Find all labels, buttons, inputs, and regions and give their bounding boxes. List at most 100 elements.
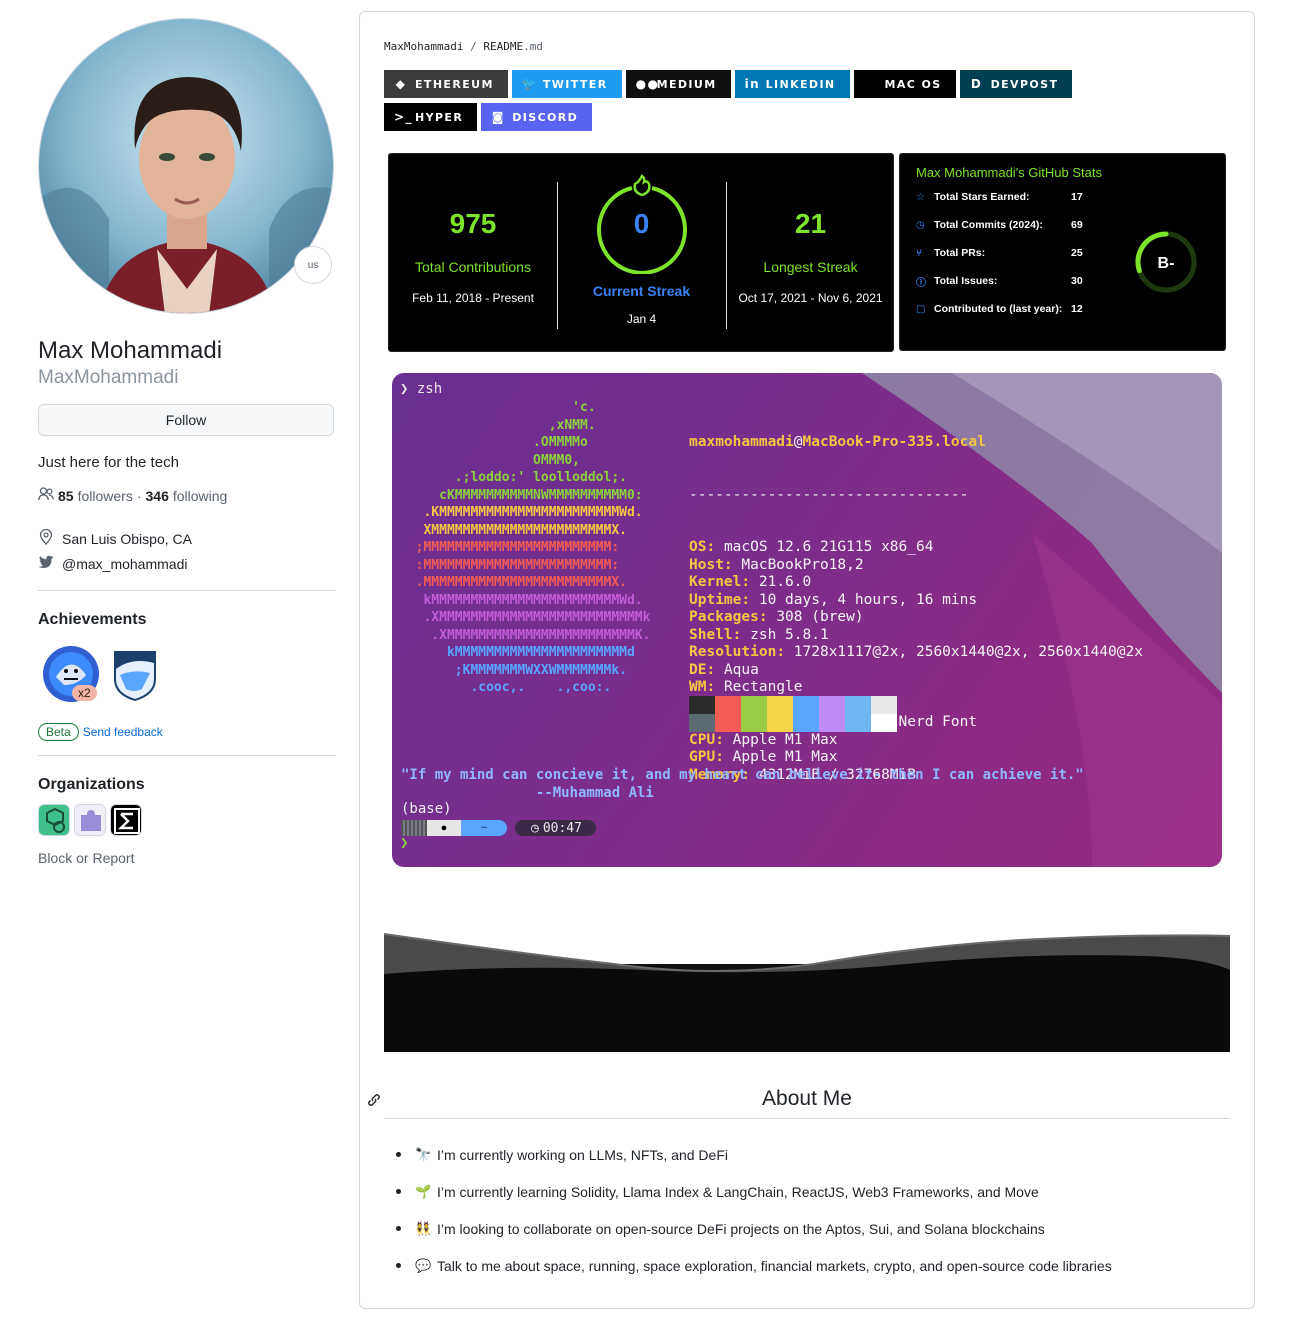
profile-details: San Luis Obispo, CA @max_mohammadi (38, 526, 336, 576)
ascii-line: ,xNMM. (400, 417, 596, 433)
about-emoji-icon: 💬 (415, 1257, 432, 1273)
palette-swatch (819, 714, 845, 732)
palette-swatch (715, 696, 741, 714)
ascii-line: ;KMMMMMMMWXXWMMMMMMMk. (400, 662, 627, 678)
ascii-line: cKMMMMMMMMMMNWMMMMMMMMMM0: (400, 487, 643, 503)
avatar[interactable] (38, 18, 334, 314)
about-heading: About Me (762, 1087, 852, 1110)
apple-ascii-art: 'c. ,xNMM. .OMMMMo OMMM0, .;loddo:' lool… (400, 399, 651, 697)
total-contributions-value: 975 (449, 208, 497, 239)
following-count[interactable]: 346 (146, 488, 169, 504)
country-badge[interactable]: us (294, 246, 332, 284)
current-streak-value: 0 (633, 208, 650, 239)
stat-value: 30 (1071, 275, 1083, 287)
ascii-line: :MMMMMMMMMMMMMMMMMMMMMMMM: (400, 557, 620, 573)
about-text: I’m currently learning Solidity, Llama I… (437, 1183, 1039, 1200)
about-list: 🔭 I’m currently working on LLMs, NFTs, an… (396, 1136, 1216, 1284)
longest-streak-label: Longest Streak (763, 259, 858, 275)
info-colon: : (758, 609, 768, 625)
grade-ring: B- (1135, 231, 1197, 293)
info-key: WM (689, 679, 707, 695)
breadcrumb-ext: .md (523, 40, 543, 53)
bullet (396, 1152, 401, 1157)
info-value: Aqua (723, 661, 759, 678)
palette-swatch (767, 714, 793, 732)
badge-ethereum[interactable]: ◆ ETHEREUM (384, 70, 508, 98)
palette-swatch (741, 714, 767, 732)
beta-feedback-row: Beta Send feedback (38, 723, 336, 741)
follow-button[interactable]: Follow (38, 404, 334, 436)
info-colon: : (706, 679, 716, 695)
github-stat-row: ☆ Total Stars Earned: 17 (916, 189, 1083, 205)
organizations-list (38, 804, 336, 836)
about-text: Talk to me about space, running, space e… (437, 1257, 1112, 1274)
profile-username: MaxMohammadi (38, 367, 179, 388)
info-key: Shell (689, 626, 733, 643)
badge-linkedin[interactable]: in LINKEDIN (734, 70, 850, 98)
clock-icon: ◷ (531, 820, 539, 836)
apple-icon: ● (427, 820, 461, 836)
info-key: Uptime (689, 591, 742, 608)
following-label[interactable]: following (173, 488, 227, 504)
terminal-screenshot: ❯ zsh 'c. ,xNMM. .OMMMMo OMMM0, .;loddo:… (392, 373, 1222, 867)
info-colon: : (715, 731, 724, 748)
badge-discord[interactable]: ◙ DISCORD (481, 103, 593, 131)
achievement-arctic-icon[interactable] (112, 649, 158, 703)
block-or-report-link[interactable]: Block or Report (38, 850, 336, 866)
info-value: Rectangle (723, 679, 803, 695)
org-avatar-green[interactable] (38, 804, 70, 836)
badge-medium[interactable]: ●● MEDIUM (625, 70, 731, 98)
badge-label: DEVPOST (990, 77, 1059, 91)
github-stat-row: ⓘ Total Issues: 30 (916, 273, 1083, 289)
terminal-title: ❯ zsh (400, 381, 443, 397)
terminal-host: MacBook-Pro-335.local (802, 434, 986, 450)
ascii-line: kMMMMMMMMMMMMMMMMMMMMMMMMWd. (400, 592, 643, 608)
info-key: Resolution (689, 644, 777, 660)
ascii-line: ;MMMMMMMMMMMMMMMMMMMMMMMM: (400, 540, 620, 555)
twitter-icon (38, 555, 54, 572)
ascii-line: .cooc,. .,coo:. (400, 680, 612, 695)
palette-swatch (767, 696, 793, 714)
badge-hyper[interactable]: >_ HYPER (384, 103, 478, 131)
followers-label[interactable]: followers (78, 488, 133, 504)
bullet (396, 1189, 401, 1194)
badge-devpost[interactable]: D DEVPOST (959, 70, 1073, 98)
breadcrumb-owner[interactable]: MaxMohammadi (384, 40, 463, 53)
stat-label: Total Issues: (934, 275, 998, 287)
conda-env: (base) (401, 801, 452, 817)
system-info-row: GPU: Apple M1 Max (689, 749, 1143, 767)
profile-fullname: Max Mohammadi (38, 337, 223, 364)
info-key: OS (689, 539, 707, 555)
twitter-detail[interactable]: @max_mohammadi (38, 551, 336, 576)
profile-sidebar: us Max Mohammadi MaxMohammadi Follow Jus… (38, 18, 336, 866)
palette-swatch (871, 714, 897, 732)
ascii-line: .;loddo:' loolloddol;. (400, 470, 627, 485)
org-avatar-sigma[interactable] (110, 804, 142, 836)
system-info-row: Packages: 308 (brew) (689, 609, 1143, 627)
breadcrumb: MaxMohammadi / README.md (384, 40, 543, 53)
info-value: 10 days, 4 hours, 16 mins (758, 591, 978, 608)
ethereum-icon: ◆ (395, 77, 407, 91)
followers-count[interactable]: 85 (58, 488, 74, 504)
stat-value: 69 (1071, 219, 1083, 231)
info-colon: : (715, 749, 724, 765)
info-colon: : (776, 644, 786, 660)
badge-mac-os[interactable]: MAC OS (853, 70, 956, 98)
prompt-clock: ◷ 00:47 (515, 820, 596, 836)
info-value: zsh 5.8.1 (750, 626, 829, 643)
location-icon (38, 528, 54, 548)
info-colon: : (706, 661, 716, 678)
send-feedback-link[interactable]: Send feedback (83, 725, 163, 739)
system-info: maxmohammadi@MacBook-Pro-335.local -----… (689, 399, 1143, 819)
about-divider (384, 1118, 1230, 1119)
total-contributions-label: Total Contributions (415, 259, 531, 275)
info-value: Apple M1 Max (732, 749, 838, 765)
badge-twitter[interactable]: 🐦 TWITTER (511, 70, 622, 98)
twitter-handle[interactable]: @max_mohammadi (62, 556, 187, 572)
org-avatar-puzzle[interactable] (74, 804, 106, 836)
palette-swatch (689, 696, 715, 714)
about-text: I’m looking to collaborate on open-sourc… (437, 1220, 1045, 1237)
bullet (396, 1226, 401, 1231)
clock-value: 00:47 (542, 820, 582, 836)
system-info-row: Shell: zsh 5.8.1 (689, 627, 1143, 645)
